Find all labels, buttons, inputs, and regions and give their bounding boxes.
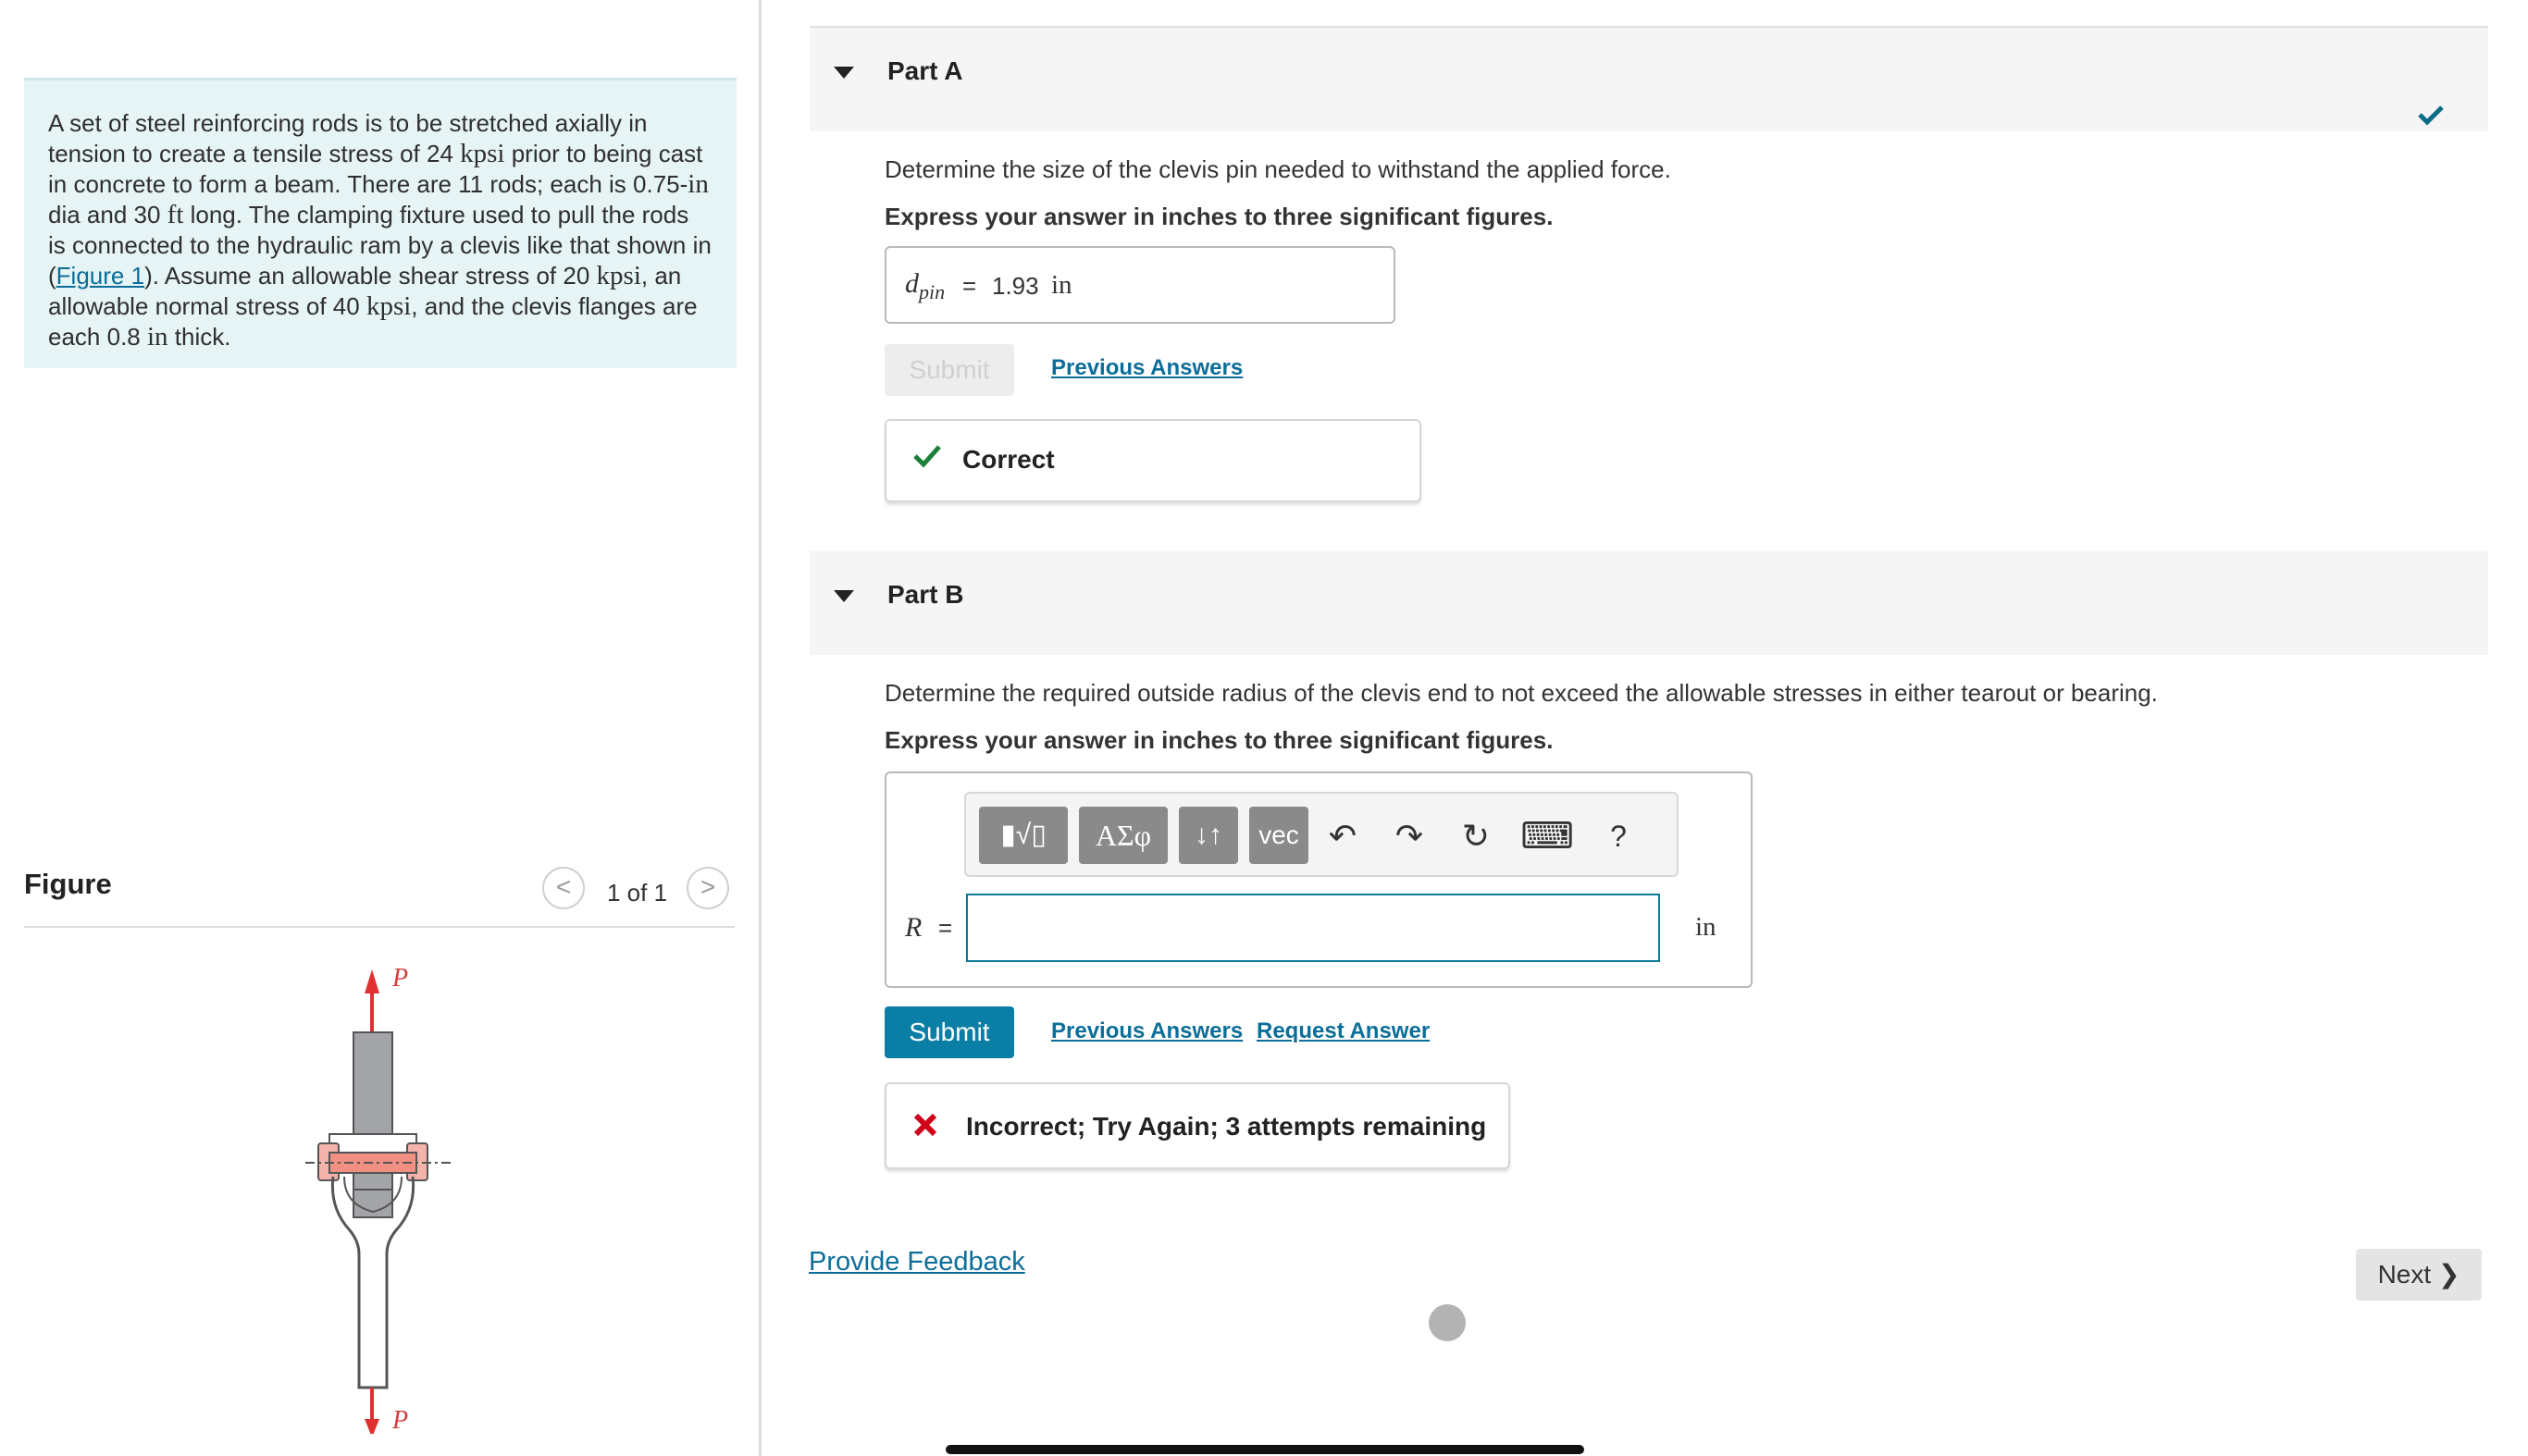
subscript-superscript-button[interactable]: ↓↑ — [1179, 807, 1238, 864]
part-a-feedback: Correct — [885, 419, 1421, 502]
problem-unit: in — [688, 169, 709, 199]
problem-text: dia and 30 — [48, 201, 167, 228]
part-a-title: Part A — [887, 56, 963, 85]
figure-heading: Figure — [24, 868, 112, 900]
problem-unit: kpsi — [460, 139, 505, 168]
problem-unit: ft — [167, 200, 184, 229]
panel-divider — [759, 0, 762, 1456]
math-toolbar: ▮√▯ ΑΣφ ↓↑ vec ↶ ↷ ↻ ⌨ ? — [964, 792, 1679, 877]
part-a-unit: in — [1051, 270, 1072, 300]
collapse-triangle-icon — [834, 590, 854, 602]
load-label-top: P — [391, 964, 408, 993]
chevron-right-icon: > — [700, 872, 716, 901]
assistive-touch-dot[interactable] — [1429, 1304, 1466, 1341]
part-a-submit-button: Submit — [885, 344, 1014, 396]
part-b-unit: in — [1695, 912, 1716, 942]
next-button[interactable]: Next ❯ — [2356, 1249, 2482, 1301]
figure-next-button[interactable]: > — [687, 867, 729, 909]
part-b-answer-area: ▮√▯ ΑΣφ ↓↑ vec ↶ ↷ ↻ ⌨ ? R = in — [885, 771, 1753, 988]
figure-counter: 1 of 1 — [607, 879, 668, 907]
load-label-bottom: P — [391, 1406, 408, 1434]
part-b-variable: R — [905, 912, 923, 943]
part-a-feedback-text: Correct — [962, 445, 1055, 474]
part-b-title: Part B — [887, 580, 964, 609]
vector-button[interactable]: vec — [1249, 807, 1308, 864]
rod-end — [353, 1172, 393, 1191]
part-b-feedback: Incorrect; Try Again; 3 attempts remaini… — [885, 1082, 1510, 1169]
part-b-previous-answers-link[interactable]: Previous Answers — [1051, 1018, 1243, 1044]
undo-icon[interactable]: ↶ — [1320, 810, 1366, 862]
templates-button[interactable]: ▮√▯ — [979, 807, 1068, 864]
close-x-icon — [913, 1113, 937, 1137]
figure-divider — [24, 926, 735, 928]
part-a-header[interactable]: Part A — [810, 26, 2488, 131]
part-a-instruction: Express your answer in inches to three s… — [885, 203, 1554, 230]
part-a-equals: = — [962, 272, 977, 300]
part-b-equals: = — [938, 914, 953, 942]
problem-statement: A set of steel reinforcing rods is to be… — [24, 78, 737, 368]
problem-unit: kpsi — [596, 261, 641, 290]
part-b-question: Determine the required outside radius of… — [885, 679, 2158, 707]
clevis-figure: P P — [305, 964, 453, 1434]
chevron-left-icon: < — [555, 872, 572, 901]
provide-feedback-link[interactable]: Provide Feedback — [809, 1247, 1025, 1277]
clevis-block — [328, 1133, 417, 1154]
load-arrow-top-head — [365, 969, 379, 993]
part-a-complete-check-icon — [2418, 105, 2444, 126]
problem-text: thick. — [167, 323, 231, 351]
home-indicator-bar[interactable] — [946, 1445, 1584, 1454]
part-b-instruction: Express your answer in inches to three s… — [885, 726, 1554, 754]
part-a-question: Determine the size of the clevis pin nee… — [885, 155, 1671, 183]
chevron-right-icon: ❯ — [2437, 1260, 2460, 1289]
part-a-answer-field: dpin = 1.93 in — [885, 246, 1395, 324]
problem-text: ). Assume an allowable shear stress of 2… — [144, 262, 597, 290]
part-b-submit-button[interactable]: Submit — [885, 1006, 1014, 1058]
collapse-triangle-icon — [834, 67, 854, 79]
redo-icon[interactable]: ↷ — [1386, 810, 1432, 862]
keyboard-icon[interactable]: ⌨ — [1519, 810, 1575, 862]
problem-unit: in — [146, 322, 168, 352]
part-a-answer-value: 1.93 — [992, 272, 1039, 300]
greek-letters-button[interactable]: ΑΣφ — [1079, 807, 1168, 864]
problem-unit: kpsi — [366, 291, 412, 321]
check-icon — [913, 445, 941, 468]
part-b-request-answer-link[interactable]: Request Answer — [1257, 1018, 1430, 1044]
part-a-previous-answers-link[interactable]: Previous Answers — [1051, 355, 1243, 381]
part-b-feedback-text: Incorrect; Try Again; 3 attempts remaini… — [966, 1112, 1487, 1141]
next-label: Next — [2377, 1260, 2432, 1289]
load-arrow-bottom-head — [365, 1419, 379, 1434]
help-icon[interactable]: ? — [1595, 810, 1642, 862]
figure-prev-button[interactable]: < — [542, 867, 585, 909]
reset-icon[interactable]: ↻ — [1453, 810, 1499, 862]
part-b-header[interactable]: Part B — [810, 551, 2488, 655]
figure-1-link[interactable]: Figure 1 — [56, 262, 144, 290]
part-b-answer-input[interactable] — [966, 894, 1660, 962]
part-a-variable: dpin — [905, 268, 946, 303]
